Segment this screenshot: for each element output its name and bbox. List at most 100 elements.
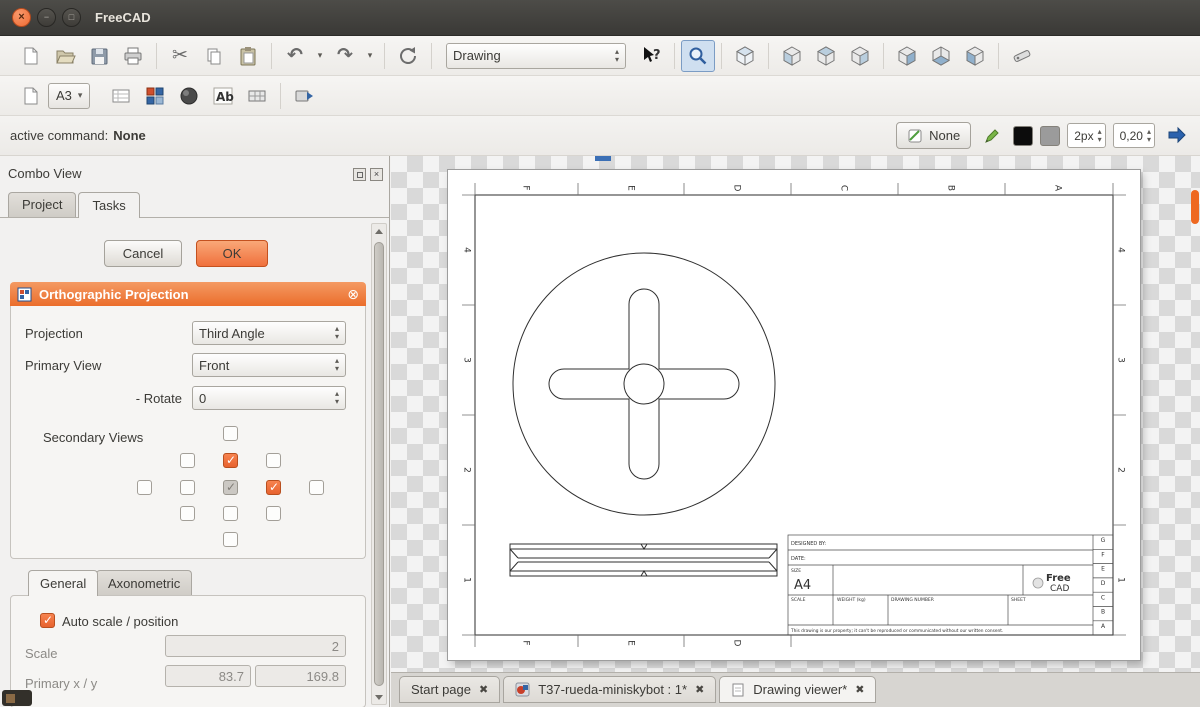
paste-button[interactable]: [231, 40, 265, 72]
save-button[interactable]: [82, 40, 116, 72]
cube-right-icon: [849, 45, 871, 67]
redo-button[interactable]: ↷: [328, 40, 362, 72]
tab-start-page[interactable]: Start page ✖: [399, 676, 500, 703]
face-color-swatch[interactable]: [1040, 126, 1060, 146]
orthographic-views-button[interactable]: [138, 80, 172, 112]
scale-cell-label: SCALE: [791, 597, 806, 603]
redo-dropdown[interactable]: ▾: [362, 40, 378, 72]
fit-all-button[interactable]: [681, 40, 715, 72]
secondary-view-checkbox[interactable]: [180, 453, 195, 468]
view-bottom-button[interactable]: [924, 40, 958, 72]
hscroll-thumb[interactable]: [595, 156, 611, 161]
annotation-button[interactable]: Ab: [206, 80, 240, 112]
cancel-button[interactable]: Cancel: [104, 240, 182, 267]
secondary-view-checkbox[interactable]: [266, 506, 281, 521]
copy-button[interactable]: [197, 40, 231, 72]
secondary-view-checkbox[interactable]: [223, 426, 238, 441]
view-front-button[interactable]: [775, 40, 809, 72]
window-maximize-button[interactable]: □: [62, 8, 81, 27]
tab-axonometric[interactable]: Axonometric: [96, 570, 192, 596]
undo-button[interactable]: ↶: [278, 40, 312, 72]
size-label: SIZE: [791, 568, 801, 574]
auto-scale-checkbox[interactable]: [40, 613, 55, 628]
rotate-spinner[interactable]: 0 ▴▾: [192, 386, 346, 410]
secondary-view-checkbox[interactable]: [223, 532, 238, 547]
active-command: active command:None: [10, 128, 146, 143]
secondary-view-checkbox[interactable]: [137, 480, 152, 495]
secondary-view-checkbox[interactable]: [266, 480, 281, 495]
tab-drawing-viewer[interactable]: Drawing viewer* ✖: [719, 676, 876, 703]
landscape-page-button[interactable]: [104, 80, 138, 112]
workbench-selector[interactable]: Drawing ▴▾: [446, 43, 626, 69]
draw-style-controls: None 2px ▴▾ 0,20 ▴▾: [896, 122, 1190, 149]
paste-icon: [237, 45, 259, 67]
view-left-button[interactable]: [958, 40, 992, 72]
scale-field: 2: [165, 635, 346, 657]
spinner-arrows-icon[interactable]: ▴▾: [1147, 128, 1151, 144]
paper-size-selector[interactable]: A3 ▾: [48, 83, 90, 109]
view-rear-button[interactable]: [890, 40, 924, 72]
tab-project[interactable]: Project: [8, 192, 76, 217]
panel-close-button[interactable]: ×: [370, 168, 383, 181]
view-right-button[interactable]: [843, 40, 877, 72]
zone-label: 4: [462, 247, 472, 253]
secondary-view-checkbox[interactable]: [180, 506, 195, 521]
line-color-swatch[interactable]: [1013, 126, 1033, 146]
zone-label: E: [626, 640, 636, 646]
window-close-button[interactable]: ×: [12, 8, 31, 27]
window-minimize-button[interactable]: −: [37, 8, 56, 27]
zone-label: F: [521, 185, 531, 190]
secondary-view-checkbox[interactable]: [223, 453, 238, 468]
tab-tasks[interactable]: Tasks: [78, 192, 139, 218]
edit-style-button[interactable]: [978, 122, 1006, 149]
projection-select[interactable]: Third Angle ▴▾: [192, 321, 346, 345]
svg-text:?: ?: [653, 48, 661, 63]
toolbar-separator: [883, 43, 884, 69]
close-tab-icon[interactable]: ✖: [855, 683, 864, 696]
ok-button[interactable]: OK: [196, 240, 268, 267]
secondary-view-checkbox[interactable]: [309, 480, 324, 495]
view-axonometric-button[interactable]: [728, 40, 762, 72]
line-width-spinner[interactable]: 2px ▴▾: [1067, 123, 1105, 148]
vscroll-thumb[interactable]: [1191, 190, 1199, 224]
scrollbar-handle[interactable]: [374, 242, 384, 686]
panel-float-button[interactable]: [353, 168, 366, 181]
point-size-spinner[interactable]: 0,20 ▴▾: [1113, 123, 1155, 148]
cut-button[interactable]: ✂: [163, 40, 197, 72]
new-document-button[interactable]: [14, 40, 48, 72]
clip-group-button[interactable]: [240, 80, 274, 112]
quick-measure-button[interactable]: [1162, 122, 1190, 149]
tab-label: T37-rueda-miniskybot : 1*: [538, 682, 687, 697]
cube-bottom-icon: [930, 45, 952, 67]
scroll-down-icon[interactable]: [372, 690, 386, 704]
open-document-button[interactable]: [48, 40, 82, 72]
orthographic-projection-header[interactable]: Orthographic Projection ⊗: [10, 282, 366, 306]
section-close-icon[interactable]: ⊗: [347, 287, 359, 301]
secondary-view-checkbox[interactable]: [223, 506, 238, 521]
tab-document[interactable]: T37-rueda-miniskybot : 1* ✖: [503, 676, 716, 703]
point-size-value: 0,20: [1120, 129, 1143, 143]
new-sheet-button[interactable]: [14, 80, 48, 112]
tasks-scrollbar[interactable]: [371, 223, 387, 705]
primary-view-select[interactable]: Front ▴▾: [192, 353, 346, 377]
refresh-button[interactable]: [391, 40, 425, 72]
measure-button[interactable]: [1005, 40, 1039, 72]
drawing-page[interactable]: F E D C B A F E D 4 3 2 1 4 3 2 1: [448, 170, 1140, 660]
close-tab-icon[interactable]: ✖: [479, 683, 488, 696]
whats-this-button[interactable]: ?: [634, 40, 668, 72]
drawing-viewport[interactable]: F E D C B A F E D 4 3 2 1 4 3 2 1: [391, 156, 1200, 672]
undo-dropdown[interactable]: ▾: [312, 40, 328, 72]
spinner-arrows-icon[interactable]: ▴▾: [1098, 128, 1102, 144]
close-tab-icon[interactable]: ✖: [695, 683, 704, 696]
export-page-button[interactable]: [287, 80, 321, 112]
draw-style-selector[interactable]: None: [896, 122, 971, 149]
secondary-view-checkbox[interactable]: [266, 453, 281, 468]
scroll-up-icon[interactable]: [372, 224, 386, 238]
taskbar-app-icon: [6, 694, 15, 703]
draft-view-button[interactable]: [172, 80, 206, 112]
view-top-button[interactable]: [809, 40, 843, 72]
primary-xy-label: Primary x / y: [25, 676, 97, 691]
tab-general[interactable]: General: [28, 570, 98, 596]
secondary-view-checkbox[interactable]: [180, 480, 195, 495]
print-button[interactable]: [116, 40, 150, 72]
